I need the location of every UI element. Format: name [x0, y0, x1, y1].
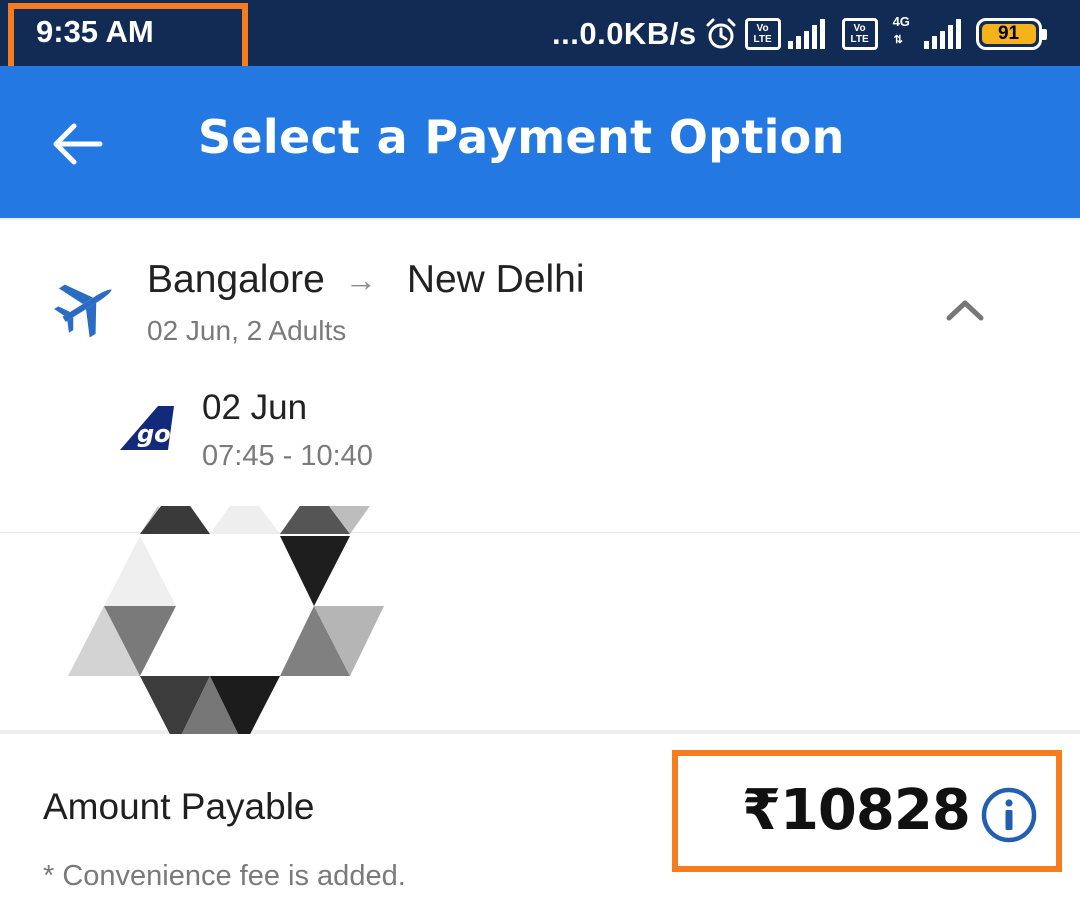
trip-summary-card: Bangalore → New Delhi 02 Jun, 2 Adults g… [0, 220, 1080, 736]
arrow-right-icon: → [344, 261, 377, 298]
redacted-mosaic [68, 506, 384, 736]
svg-text:go: go [137, 420, 171, 448]
plane-icon [54, 284, 112, 338]
volte-label-top: Vo [756, 23, 769, 34]
volte-label-bottom: LTE [753, 34, 772, 45]
amount-payable-label: Amount Payable [43, 786, 315, 827]
chevron-up-icon[interactable] [940, 292, 990, 328]
battery-level: 91 [981, 24, 1036, 44]
battery-icon: 91 [975, 18, 1047, 50]
net-speed: ...0.0KB/s [552, 16, 697, 51]
signal-icon-2 [923, 19, 961, 49]
flight-date: 02 Jun [202, 388, 308, 427]
status-icons: ...0.0KB/s Vo LTE Vo LTE 4G ⇅ 91 [552, 12, 1047, 56]
route: Bangalore → New Delhi [147, 258, 585, 302]
convenience-fee-note: * Convenience fee is added. [43, 860, 406, 892]
network-type-label: 4G [892, 14, 910, 29]
flight-time: 07:45 - 10:40 [202, 440, 373, 472]
origin-city: Bangalore [147, 258, 325, 301]
page-title: Select a Payment Option [198, 110, 845, 164]
volte-icon: Vo LTE [744, 18, 781, 50]
highlight-box-amount [672, 750, 1062, 872]
trip-meta: 02 Jun, 2 Adults [147, 315, 347, 346]
alarm-icon [706, 18, 736, 49]
data-arrows-icon: ⇅ [893, 34, 903, 46]
network-type: 4G ⇅ [893, 14, 917, 50]
volte-label-bottom: LTE [850, 34, 869, 45]
destination-city: New Delhi [406, 258, 585, 301]
back-arrow-icon[interactable] [48, 118, 108, 170]
airline-logo-icon: go [120, 406, 174, 450]
volte-label-top: Vo [853, 23, 866, 34]
app-bar: Select a Payment Option [0, 66, 1080, 218]
payment-footer: Amount Payable * Convenience fee is adde… [0, 734, 1080, 919]
volte-icon-2: Vo LTE [841, 18, 878, 50]
signal-icon [787, 19, 825, 49]
